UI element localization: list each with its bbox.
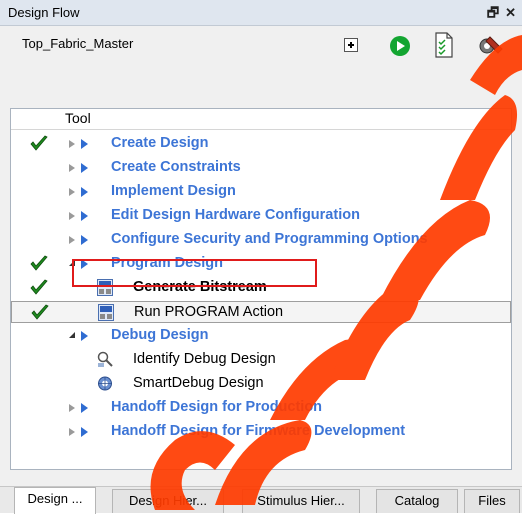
tree-item-label: Identify Debug Design (133, 351, 276, 367)
close-icon[interactable]: ✕ (505, 5, 516, 20)
checkmark-icon (30, 255, 48, 271)
play-arrow-icon (81, 235, 88, 245)
bottom-tab-bar: Design ... Design Hier... Stimulus Hier.… (0, 486, 522, 514)
tree-item-label: Handoff Design for Firmware Development (111, 423, 406, 439)
run-icon[interactable] (390, 36, 410, 56)
expand-icon[interactable] (69, 428, 75, 436)
identify-debug-icon (97, 351, 113, 367)
expand-icon[interactable] (69, 164, 75, 172)
collapse-icon[interactable] (69, 332, 75, 338)
play-arrow-icon (81, 163, 88, 173)
tree-header: Tool (11, 109, 511, 130)
play-arrow-icon (81, 139, 88, 149)
restore-icon[interactable]: 🗗 (487, 5, 499, 20)
tree-item-configure-security-and-programming-options[interactable]: Configure Security and Programming Optio… (11, 229, 511, 251)
tree-item-label: Run PROGRAM Action (134, 304, 284, 320)
expand-icon[interactable] (69, 404, 75, 412)
tab-catalog-label: Catalog (394, 493, 440, 508)
tree-item-run-program-action[interactable]: Run PROGRAM Action (11, 301, 511, 323)
tree-item-handoff-design-for-firmware-development[interactable]: Handoff Design for Firmware Development (11, 421, 511, 443)
tab-files[interactable]: Files (464, 489, 520, 513)
tab-design-hierarchy-label: Design Hier... (128, 493, 208, 508)
checkmark-icon (31, 304, 49, 320)
report-icon[interactable] (434, 32, 454, 58)
tree-item-label: Create Constraints (111, 159, 241, 175)
expand-icon[interactable] (69, 140, 75, 148)
tree-item-label: SmartDebug Design (133, 375, 264, 391)
tree-item-debug-design[interactable]: Debug Design (11, 325, 511, 347)
expand-icon[interactable] (69, 236, 75, 244)
tab-stimulus-hierarchy[interactable]: Stimulus Hier... (242, 489, 360, 513)
tree-item-label: Create Design (111, 135, 209, 151)
checkmark-icon (30, 279, 48, 295)
tab-stimulus-hierarchy-label: Stimulus Hier... (257, 493, 345, 508)
tab-catalog[interactable]: Catalog (376, 489, 458, 513)
tree-item-label: Handoff Design for Production (111, 399, 323, 415)
bitstream-icon (98, 304, 114, 321)
tree-item-label: Implement Design (111, 183, 236, 199)
title-bar-controls: 🗗 ✕ (481, 4, 516, 26)
play-arrow-icon (81, 211, 88, 221)
expand-icon[interactable] (69, 188, 75, 196)
tab-design[interactable]: Design ... (14, 487, 96, 514)
tab-design-label: Design ... (27, 491, 83, 506)
tree-header-label: Tool (65, 110, 91, 126)
play-arrow-icon (81, 427, 88, 437)
play-arrow-icon (81, 403, 88, 413)
tree-item-create-constraints[interactable]: Create Constraints (11, 157, 511, 179)
play-arrow-icon (81, 331, 88, 341)
tree-item-handoff-design-for-production[interactable]: Handoff Design for Production (11, 397, 511, 419)
tree-item-edit-design-hardware-configuration[interactable]: Edit Design Hardware Configuration (11, 205, 511, 227)
smartdebug-icon (98, 376, 112, 391)
panel-title: Design Flow (8, 5, 80, 20)
tab-files-label: Files (478, 493, 506, 508)
expand-all-icon[interactable] (344, 38, 358, 52)
tab-design-hierarchy[interactable]: Design Hier... (112, 489, 224, 513)
tree-item-implement-design[interactable]: Implement Design (11, 181, 511, 203)
tree-item-smartdebug-design[interactable]: SmartDebug Design (11, 373, 511, 395)
tree-item-label: Configure Security and Programming Optio… (111, 231, 428, 247)
checkmark-icon (30, 135, 48, 151)
panel-title-bar: Design Flow 🗗 ✕ (0, 0, 522, 26)
play-arrow-icon (81, 187, 88, 197)
tree-item-create-design[interactable]: Create Design (11, 133, 511, 155)
tree-item-label: Debug Design (111, 327, 209, 343)
tool-options-icon[interactable] (476, 33, 506, 57)
expand-icon[interactable] (69, 212, 75, 220)
project-name: Top_Fabric_Master (22, 36, 134, 51)
tree-item-label: Edit Design Hardware Configuration (111, 207, 360, 223)
tree-item-identify-debug-design[interactable]: Identify Debug Design (11, 349, 511, 371)
annotation-highlight-box (72, 259, 317, 287)
